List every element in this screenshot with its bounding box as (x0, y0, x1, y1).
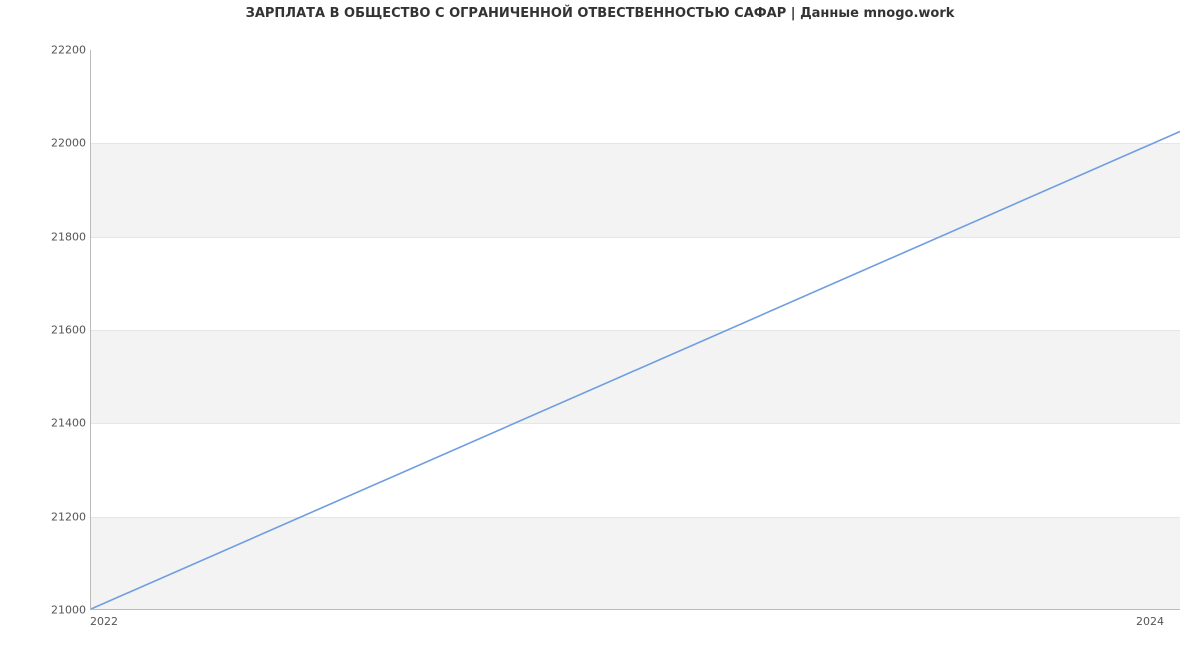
y-tick-label: 21400 (0, 417, 86, 430)
chart-title: ЗАРПЛАТА В ОБЩЕСТВО С ОГРАНИЧЕННОЙ ОТВЕС… (0, 6, 1200, 21)
line-series (91, 50, 1180, 609)
y-tick-label: 21200 (0, 510, 86, 523)
plot-area (90, 50, 1180, 610)
y-tick-label: 21800 (0, 230, 86, 243)
y-tick-label: 22000 (0, 137, 86, 150)
x-tick-label: 2024 (1136, 615, 1164, 628)
chart-container: ЗАРПЛАТА В ОБЩЕСТВО С ОГРАНИЧЕННОЙ ОТВЕС… (0, 0, 1200, 650)
y-tick-label: 21000 (0, 604, 86, 617)
x-tick-label: 2022 (90, 615, 118, 628)
y-tick-label: 22200 (0, 44, 86, 57)
y-tick-label: 21600 (0, 324, 86, 337)
data-line (91, 132, 1180, 609)
